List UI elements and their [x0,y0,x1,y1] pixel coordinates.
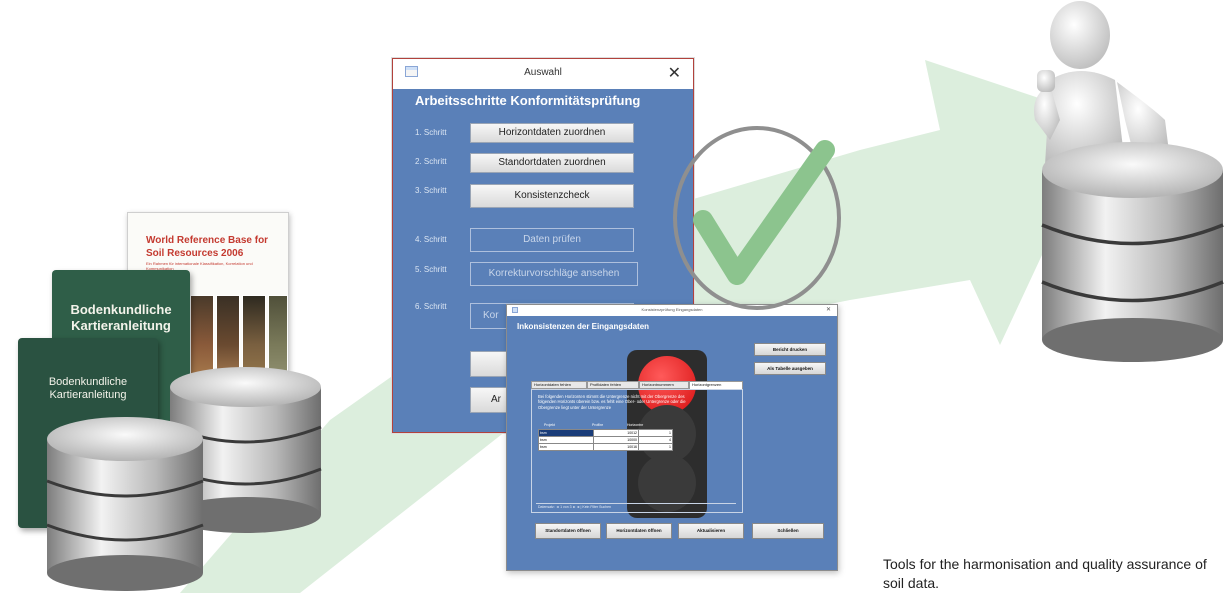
table-row[interactable]: bsm 10000 4 [538,436,673,444]
projekt-cell[interactable]: bsm [538,443,594,451]
step-label: 2. Schritt [415,157,447,166]
step-label: 3. Schritt [415,186,447,195]
wrb-title: World Reference Base for Soil Resources … [146,235,269,259]
table-row[interactable]: bsm 10012 1 [538,429,673,437]
database-icon [1040,140,1225,365]
caption-text: Tools for the harmonisation and quality … [883,556,1207,591]
horizont-cell[interactable]: 1 [638,429,673,437]
profil-cell[interactable]: 10000 [593,436,639,444]
inconsistency-table: bsm 10012 1 bsm 10000 4 bsm 10016 1 [538,429,673,451]
tab-horizontdaten-fehlen[interactable]: Horizontdaten fehlen [531,381,587,389]
horizont-cell[interactable]: 1 [638,443,673,451]
record-navigation[interactable]: Datensatz: ◄ 1 von 3 ► ►| Kein Filter Su… [536,503,736,510]
tab-horizontnummern[interactable]: Horizontnummern [639,381,689,389]
horizont-cell[interactable]: 4 [638,436,673,444]
database-icon [45,415,205,593]
book-title: Bodenkundliche Kartieranleitung [48,376,128,402]
column-header: Projekt [544,423,555,427]
standortdaten-zuordnen-button[interactable]: Standortdaten zuordnen [470,153,634,173]
projekt-cell[interactable]: bsm [538,436,594,444]
aktualisieren-button[interactable]: Aktualisieren [678,523,744,539]
inkonsistenzen-dialog: Konsistenzprüfung Eingangsdaten ✕ Inkons… [506,304,838,571]
tab-horizontgrenzen[interactable]: Horizontgrenzen [689,381,743,389]
profil-cell[interactable]: 10016 [593,443,639,451]
als-tabelle-ausgeben-button[interactable]: Als Tabelle ausgeben [754,362,826,375]
daten-pruefen-button[interactable]: Daten prüfen [470,228,634,252]
checkmark-icon [673,126,841,310]
inconsistency-message: Bei folgenden Horizonten stimmt die Unte… [538,394,686,410]
step-label: 1. Schritt [415,128,447,137]
step-label: 4. Schritt [415,235,447,244]
close-icon[interactable]: ✕ [668,63,681,83]
table-row[interactable]: bsm 10016 1 [538,443,673,451]
book-title: Bodenkundliche Kartieranleitung [70,302,172,333]
dialog-title: Auswahl [524,67,562,78]
tab-profildaten-fehlen[interactable]: Profildaten fehlen [587,381,639,389]
dialog-heading: Arbeitsschritte Konformitätsprüfung [415,93,641,108]
dialog-titlebar: Auswahl ✕ [393,59,693,89]
standortdaten-oeffnen-button[interactable]: Standortdaten öffnen [535,523,601,539]
step-label: 5. Schritt [415,265,447,274]
schliessen-button[interactable]: Schließen [752,523,824,539]
column-header: Profilnr [592,423,604,427]
column-header: Horizontnr [627,423,644,427]
horizontdaten-oeffnen-button[interactable]: Horizontdaten öffnen [606,523,672,539]
profil-cell[interactable]: 10012 [593,429,639,437]
step-label: 6. Schritt [415,302,447,311]
konsistenzcheck-button[interactable]: Konsistenzcheck [470,184,634,208]
tab-panel: Bei folgenden Horizonten stimmt die Unte… [531,389,743,513]
figure-head [1050,1,1110,69]
projekt-cell[interactable]: bsm [538,429,594,437]
horizontdaten-zuordnen-button[interactable]: Horizontdaten zuordnen [470,123,634,143]
dialog-heading: Inkonsistenzen der Eingangsdaten [517,322,650,331]
bericht-drucken-button[interactable]: Bericht drucken [754,343,826,356]
figure-raised-hand [1037,70,1055,92]
korrekturvorschlaege-button[interactable]: Korrekturvorschläge ansehen [470,262,638,286]
check-mark [693,140,835,285]
